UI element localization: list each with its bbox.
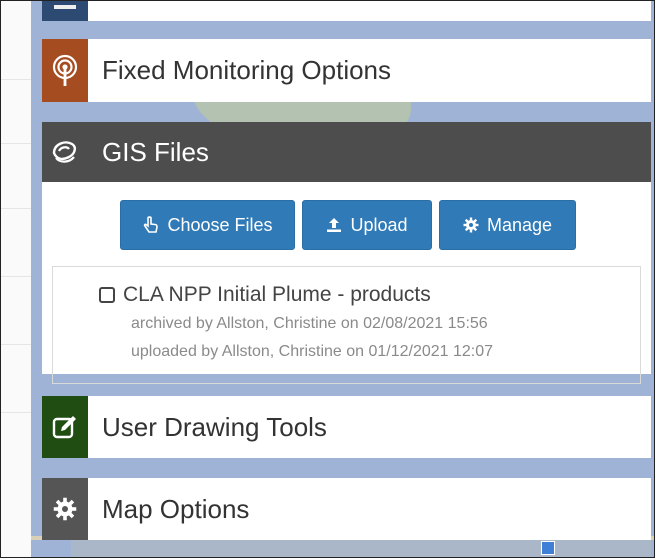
edit-icon — [42, 396, 88, 458]
gis-file-list: CLA NPP Initial Plume - products archive… — [52, 266, 641, 384]
panel-title: User Drawing Tools — [102, 411, 327, 442]
screenshot-frame: Fixed Monitoring Options GIS Files Choos… — [0, 0, 655, 558]
panel-title: GIS Files — [102, 136, 209, 167]
upload-icon — [326, 217, 342, 233]
layers-icon — [42, 122, 88, 182]
choose-files-button[interactable]: Choose Files — [120, 200, 295, 250]
hand-pointer-icon — [142, 216, 159, 234]
file-checkbox[interactable] — [99, 287, 115, 303]
list-item[interactable]: CLA NPP Initial Plume - products — [99, 283, 431, 307]
manage-button[interactable]: Manage — [439, 200, 576, 250]
panel-title: Map Options — [102, 493, 250, 524]
upload-label: Upload — [350, 214, 408, 235]
page-background-strip — [1, 1, 31, 557]
file-uploaded-info: uploaded by Allston, Christine on 01/12/… — [131, 343, 494, 360]
file-archived-info: archived by Allston, Christine on 02/08/… — [131, 315, 488, 332]
panel-icon-tile — [42, 1, 88, 21]
file-name: CLA NPP Initial Plume - products — [123, 283, 431, 306]
upload-button[interactable]: Upload — [302, 200, 432, 250]
gis-files-body: Choose Files Upload Manage CLA NPP Initi… — [42, 182, 651, 384]
collapsed-panel-top[interactable] — [42, 1, 651, 21]
panel-user-drawing-tools[interactable]: User Drawing Tools — [42, 396, 651, 458]
panel-gis-files[interactable]: GIS Files — [42, 122, 651, 182]
gis-button-group: Choose Files Upload Manage — [120, 200, 576, 250]
manage-label: Manage — [486, 214, 553, 235]
panel-fixed-monitoring[interactable]: Fixed Monitoring Options — [42, 39, 651, 102]
gear-icon — [42, 478, 88, 540]
choose-files-label: Choose Files — [167, 214, 273, 235]
panel-map-options[interactable]: Map Options — [42, 478, 651, 540]
map-marker-icon[interactable] — [541, 541, 555, 555]
panel-title: Fixed Monitoring Options — [102, 55, 392, 85]
broadcast-icon — [42, 39, 88, 102]
gear-icon — [463, 217, 479, 233]
